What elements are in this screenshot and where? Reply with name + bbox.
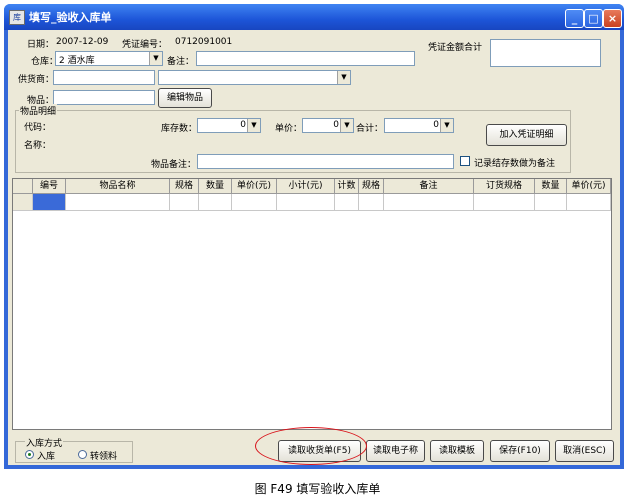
chevron-down-icon[interactable]: ▼ — [149, 52, 162, 65]
grid-cell[interactable] — [170, 194, 199, 211]
grid-cell[interactable] — [277, 194, 335, 211]
grid-cell[interactable] — [474, 194, 535, 211]
stock-spinner[interactable]: 0 ▼ — [197, 118, 261, 133]
chevron-down-icon[interactable]: ▼ — [337, 71, 350, 84]
save-button[interactable]: 保存(F10) — [490, 440, 550, 462]
supplier-select[interactable]: ▼ — [158, 70, 351, 85]
app-icon: 库 — [9, 10, 25, 25]
voucher-total-field[interactable] — [490, 39, 601, 67]
grid-cell[interactable] — [567, 194, 611, 211]
voucher-detail-grid[interactable]: 编号 物品名称 规格 数量 单价(元) 小计(元) 计数 规格 备注 订货规格 … — [12, 178, 612, 430]
grid-cell[interactable] — [232, 194, 277, 211]
figure-caption: 图 F49 填写验收入库单 — [254, 482, 381, 496]
warehouse-select-value: 2 酒水库 — [59, 56, 95, 66]
grid-cell[interactable] — [335, 194, 359, 211]
chevron-down-icon[interactable]: ▼ — [247, 119, 260, 132]
warehouse-label: 仓库： — [31, 57, 59, 67]
column-header[interactable]: 物品名称 — [66, 179, 170, 194]
grid-cell[interactable] — [66, 194, 170, 211]
read-template-button[interactable]: 读取模板 — [430, 440, 484, 462]
column-header[interactable]: 订货规格 — [474, 179, 535, 194]
column-header[interactable]: 规格 — [170, 179, 199, 194]
column-header[interactable]: 计数 — [335, 179, 359, 194]
voucher-total-label: 凭证金额合计 — [428, 43, 483, 53]
voucher-no-value: 0712091001 — [175, 37, 233, 47]
stock-value: 0 — [240, 120, 246, 130]
price-label: 单价： — [275, 124, 303, 134]
total-value: 0 — [433, 120, 439, 130]
column-header[interactable]: 单价(元) — [567, 179, 611, 194]
remark-field[interactable] — [196, 51, 415, 66]
date-value: 2007-12-09 — [56, 37, 109, 47]
price-spinner[interactable]: 0 ▼ — [302, 118, 354, 133]
item-detail-group-title: 物品明细 — [19, 104, 58, 117]
supplier-label: 供货商： — [18, 75, 55, 85]
supplier-code-field[interactable] — [53, 70, 155, 85]
cancel-button[interactable]: 取消(ESC) — [555, 440, 614, 462]
column-header[interactable]: 数量 — [199, 179, 232, 194]
grid-cell[interactable] — [535, 194, 567, 211]
column-header[interactable]: 备注 — [384, 179, 474, 194]
transfer-radio[interactable] — [78, 450, 87, 459]
record-balance-checkbox[interactable] — [460, 156, 470, 166]
total-label: 合计： — [356, 124, 384, 134]
column-header[interactable]: 单价(元) — [232, 179, 277, 194]
minimize-button[interactable]: _ — [565, 9, 584, 28]
date-label: 日期： — [27, 40, 55, 50]
record-balance-checkbox-label: 记录结存数做为备注 — [474, 159, 556, 169]
grid-cell[interactable] — [384, 194, 474, 211]
transfer-radio-label: 转领料 — [90, 452, 118, 462]
inbound-method-group-title: 入库方式 — [25, 436, 64, 449]
column-header[interactable]: 编号 — [33, 179, 66, 194]
item-code-label: 代码： — [24, 123, 52, 133]
selected-cell[interactable] — [33, 194, 66, 211]
chevron-down-icon[interactable]: ▼ — [340, 119, 353, 132]
grid-corner-header — [13, 179, 33, 194]
add-to-voucher-button[interactable]: 加入凭证明细 — [486, 124, 567, 146]
maximize-button[interactable]: □ — [584, 9, 603, 28]
column-header[interactable]: 小计(元) — [277, 179, 335, 194]
remark-label: 备注： — [167, 57, 195, 67]
column-header[interactable]: 数量 — [535, 179, 567, 194]
close-button[interactable]: × — [603, 9, 622, 28]
voucher-no-label: 凭证编号： — [122, 40, 168, 50]
window-title: 填写_验收入库单 — [29, 11, 112, 24]
price-value: 0 — [333, 120, 339, 130]
read-scale-button[interactable]: 读取电子称 — [366, 440, 425, 462]
row-header-cell[interactable] — [13, 194, 33, 211]
inbound-radio[interactable] — [25, 450, 34, 459]
column-header[interactable]: 规格 — [359, 179, 384, 194]
grid-cell[interactable] — [359, 194, 384, 211]
item-remark-field[interactable] — [197, 154, 454, 169]
highlight-ellipse — [255, 427, 367, 465]
item-remark-label: 物品备注： — [151, 160, 197, 170]
grid-cell[interactable] — [199, 194, 232, 211]
chevron-down-icon[interactable]: ▼ — [440, 119, 453, 132]
total-spinner[interactable]: 0 ▼ — [384, 118, 454, 133]
item-field[interactable] — [53, 90, 155, 105]
stock-label: 库存数： — [161, 124, 198, 134]
edit-item-button[interactable]: 编辑物品 — [158, 88, 212, 108]
warehouse-select[interactable]: 2 酒水库 ▼ — [55, 51, 163, 66]
inbound-radio-label: 入库 — [37, 452, 56, 462]
item-name-label: 名称： — [24, 141, 52, 151]
